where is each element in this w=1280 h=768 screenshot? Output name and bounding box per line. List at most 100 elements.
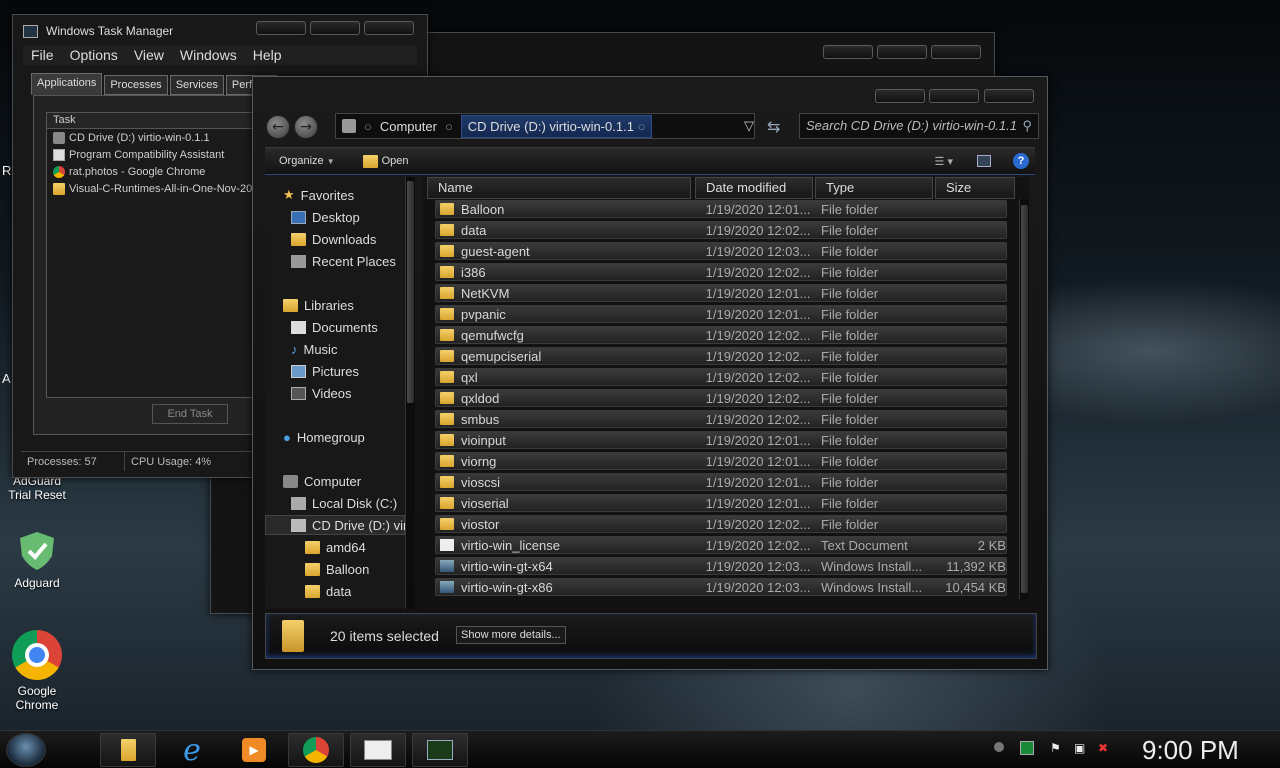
- maximize-button[interactable]: [877, 45, 927, 59]
- column-header-task[interactable]: Task: [47, 113, 269, 129]
- nav-desktop[interactable]: Desktop: [291, 207, 360, 227]
- nav-scrollbar[interactable]: [405, 177, 415, 609]
- file-list[interactable]: Name Date modified Type Size Balloon 1/19…: [423, 177, 1029, 609]
- menu-help[interactable]: Help: [253, 47, 282, 63]
- taskbar-program-compatibility[interactable]: [350, 733, 406, 767]
- column-header-type[interactable]: Type: [815, 177, 933, 199]
- flag-icon[interactable]: ⚑: [1050, 741, 1064, 755]
- network-icon[interactable]: ▣: [1074, 741, 1088, 755]
- nav-libraries[interactable]: Libraries: [283, 295, 354, 315]
- view-options-icon[interactable]: ☰ ▾: [935, 155, 953, 168]
- nav-favorites[interactable]: ★ Favorites: [283, 185, 354, 205]
- explorer-window[interactable]: ← → ○ Computer ○ CD Drive (D:) virtio-wi…: [252, 76, 1048, 670]
- forward-button[interactable]: →: [294, 115, 318, 139]
- tab-applications[interactable]: Applications: [31, 73, 103, 95]
- task-row[interactable]: rat.photos - Google Chrome: [47, 163, 269, 180]
- nav-data[interactable]: data: [305, 581, 351, 601]
- taskbar-explorer[interactable]: [100, 733, 156, 767]
- start-button[interactable]: [6, 733, 46, 767]
- close-button[interactable]: [984, 89, 1034, 103]
- file-row[interactable]: vioinput 1/19/2020 12:01... File folder: [435, 431, 1007, 449]
- task-row[interactable]: Visual-C-Runtimes-All-in-One-Nov-202: [47, 180, 269, 197]
- minimize-button[interactable]: [823, 45, 873, 59]
- file-row[interactable]: virtio-win-gt-x64 1/19/2020 12:03... Windo…: [435, 557, 1007, 575]
- file-row[interactable]: Balloon 1/19/2020 12:01... File folder: [435, 200, 1007, 218]
- maximize-button[interactable]: [310, 21, 360, 35]
- file-row[interactable]: qemupciserial 1/19/2020 12:02... File fold…: [435, 347, 1007, 365]
- task-list[interactable]: Task CD Drive (D:) virtio-win-0.1.1 Prog…: [46, 112, 270, 398]
- minimize-button[interactable]: [875, 89, 925, 103]
- file-row[interactable]: i386 1/19/2020 12:02... File folder: [435, 263, 1007, 281]
- file-row[interactable]: pvpanic 1/19/2020 12:01... File folder: [435, 305, 1007, 323]
- column-header-date-modified[interactable]: Date modified: [695, 177, 813, 199]
- volume-muted-icon[interactable]: ✖: [1098, 741, 1112, 755]
- desktop-icon-adguard[interactable]: Adguard: [2, 530, 72, 590]
- tray-adguard-icon[interactable]: [1020, 741, 1034, 755]
- tab-services[interactable]: Services: [169, 75, 224, 95]
- task-row[interactable]: CD Drive (D:) virtio-win-0.1.1: [47, 129, 269, 146]
- file-row[interactable]: qemufwcfg 1/19/2020 12:02... File folder: [435, 326, 1007, 344]
- file-row[interactable]: vioscsi 1/19/2020 12:01... File folder: [435, 473, 1007, 491]
- nav-pictures[interactable]: Pictures: [291, 361, 359, 381]
- show-more-details-button[interactable]: Show more details...: [456, 626, 566, 644]
- file-list-scrollbar[interactable]: [1019, 199, 1029, 599]
- file-row[interactable]: qxl 1/19/2020 12:02... File folder: [435, 368, 1007, 386]
- nav-balloon[interactable]: Balloon: [305, 559, 369, 579]
- nav-homegroup[interactable]: ● Homegroup: [283, 427, 365, 447]
- task-row[interactable]: Program Compatibility Assistant: [47, 146, 269, 163]
- nav-local-disk[interactable]: Local Disk (C:): [291, 493, 397, 513]
- back-button[interactable]: ←: [266, 115, 290, 139]
- organize-button[interactable]: Organize ▼: [279, 155, 335, 167]
- menu-windows[interactable]: Windows: [180, 47, 237, 63]
- close-button[interactable]: [364, 21, 414, 35]
- column-header-size[interactable]: Size: [935, 177, 1015, 199]
- end-task-button[interactable]: End Task: [152, 404, 228, 424]
- tab-processes[interactable]: Processes: [104, 75, 168, 95]
- tray-expand-icon[interactable]: [994, 741, 1008, 755]
- clock[interactable]: 9:00 PM: [1142, 735, 1239, 766]
- taskbar-task-manager[interactable]: [412, 733, 468, 767]
- file-row[interactable]: qxldod 1/19/2020 12:02... File folder: [435, 389, 1007, 407]
- nav-documents[interactable]: Documents: [291, 317, 378, 337]
- address-bar[interactable]: ○ Computer ○ CD Drive (D:) virtio-win-0.…: [335, 113, 755, 139]
- refresh-icon[interactable]: ⇆: [767, 117, 780, 136]
- maximize-button[interactable]: [929, 89, 979, 103]
- file-row[interactable]: NetKVM 1/19/2020 12:01... File folder: [435, 284, 1007, 302]
- nav-recent-places[interactable]: Recent Places: [291, 251, 396, 271]
- nav-videos[interactable]: Videos: [291, 383, 352, 403]
- search-input[interactable]: Search CD Drive (D:) virtio-win-0.1.1 ⚲: [799, 113, 1039, 139]
- address-dropdown-icon[interactable]: ▽: [744, 118, 754, 134]
- menu-options[interactable]: Options: [70, 47, 118, 63]
- preview-pane-icon[interactable]: [977, 155, 991, 167]
- file-row[interactable]: viorng 1/19/2020 12:01... File folder: [435, 452, 1007, 470]
- nav-cd-drive[interactable]: CD Drive (D:) vir: [265, 515, 407, 535]
- file-row[interactable]: guest-agent 1/19/2020 12:03... File folder: [435, 242, 1007, 260]
- file-row[interactable]: data 1/19/2020 12:02... File folder: [435, 221, 1007, 239]
- file-row[interactable]: vioserial 1/19/2020 12:01... File folder: [435, 494, 1007, 512]
- breadcrumb-cd-drive[interactable]: CD Drive (D:) virtio-win-0.1.1 ○: [460, 114, 653, 138]
- nav-computer[interactable]: Computer: [283, 471, 361, 491]
- scrollbar-thumb[interactable]: [407, 181, 414, 403]
- title-bar[interactable]: Windows Task Manager: [23, 19, 173, 43]
- file-row[interactable]: viostor 1/19/2020 12:02... File folder: [435, 515, 1007, 533]
- menu-file[interactable]: File: [31, 47, 54, 63]
- desktop-icon-adguard-trial-reset[interactable]: AdGuard Trial Reset: [2, 474, 72, 502]
- desktop-icon-google-chrome[interactable]: Google Chrome: [2, 630, 72, 712]
- scrollbar-thumb[interactable]: [1021, 205, 1028, 593]
- menu-view[interactable]: View: [134, 47, 164, 63]
- close-button[interactable]: [931, 45, 981, 59]
- open-button[interactable]: Open: [362, 154, 409, 168]
- nav-music[interactable]: ♪ Music: [291, 339, 337, 359]
- nav-downloads[interactable]: Downloads: [291, 229, 376, 249]
- file-row[interactable]: virtio-win-gt-x86 1/19/2020 12:03... Windo…: [435, 578, 1007, 596]
- minimize-button[interactable]: [256, 21, 306, 35]
- column-header-name[interactable]: Name: [427, 177, 691, 199]
- nav-amd64[interactable]: amd64: [305, 537, 366, 557]
- taskbar-media-player[interactable]: ▶: [226, 733, 282, 767]
- taskbar-chrome[interactable]: [288, 733, 344, 767]
- file-row[interactable]: smbus 1/19/2020 12:02... File folder: [435, 410, 1007, 428]
- taskbar-internet-explorer[interactable]: e: [164, 733, 220, 768]
- file-row[interactable]: virtio-win_license 1/19/2020 12:02... Text…: [435, 536, 1007, 554]
- breadcrumb-computer[interactable]: Computer: [380, 119, 437, 134]
- help-icon[interactable]: ?: [1013, 153, 1029, 169]
